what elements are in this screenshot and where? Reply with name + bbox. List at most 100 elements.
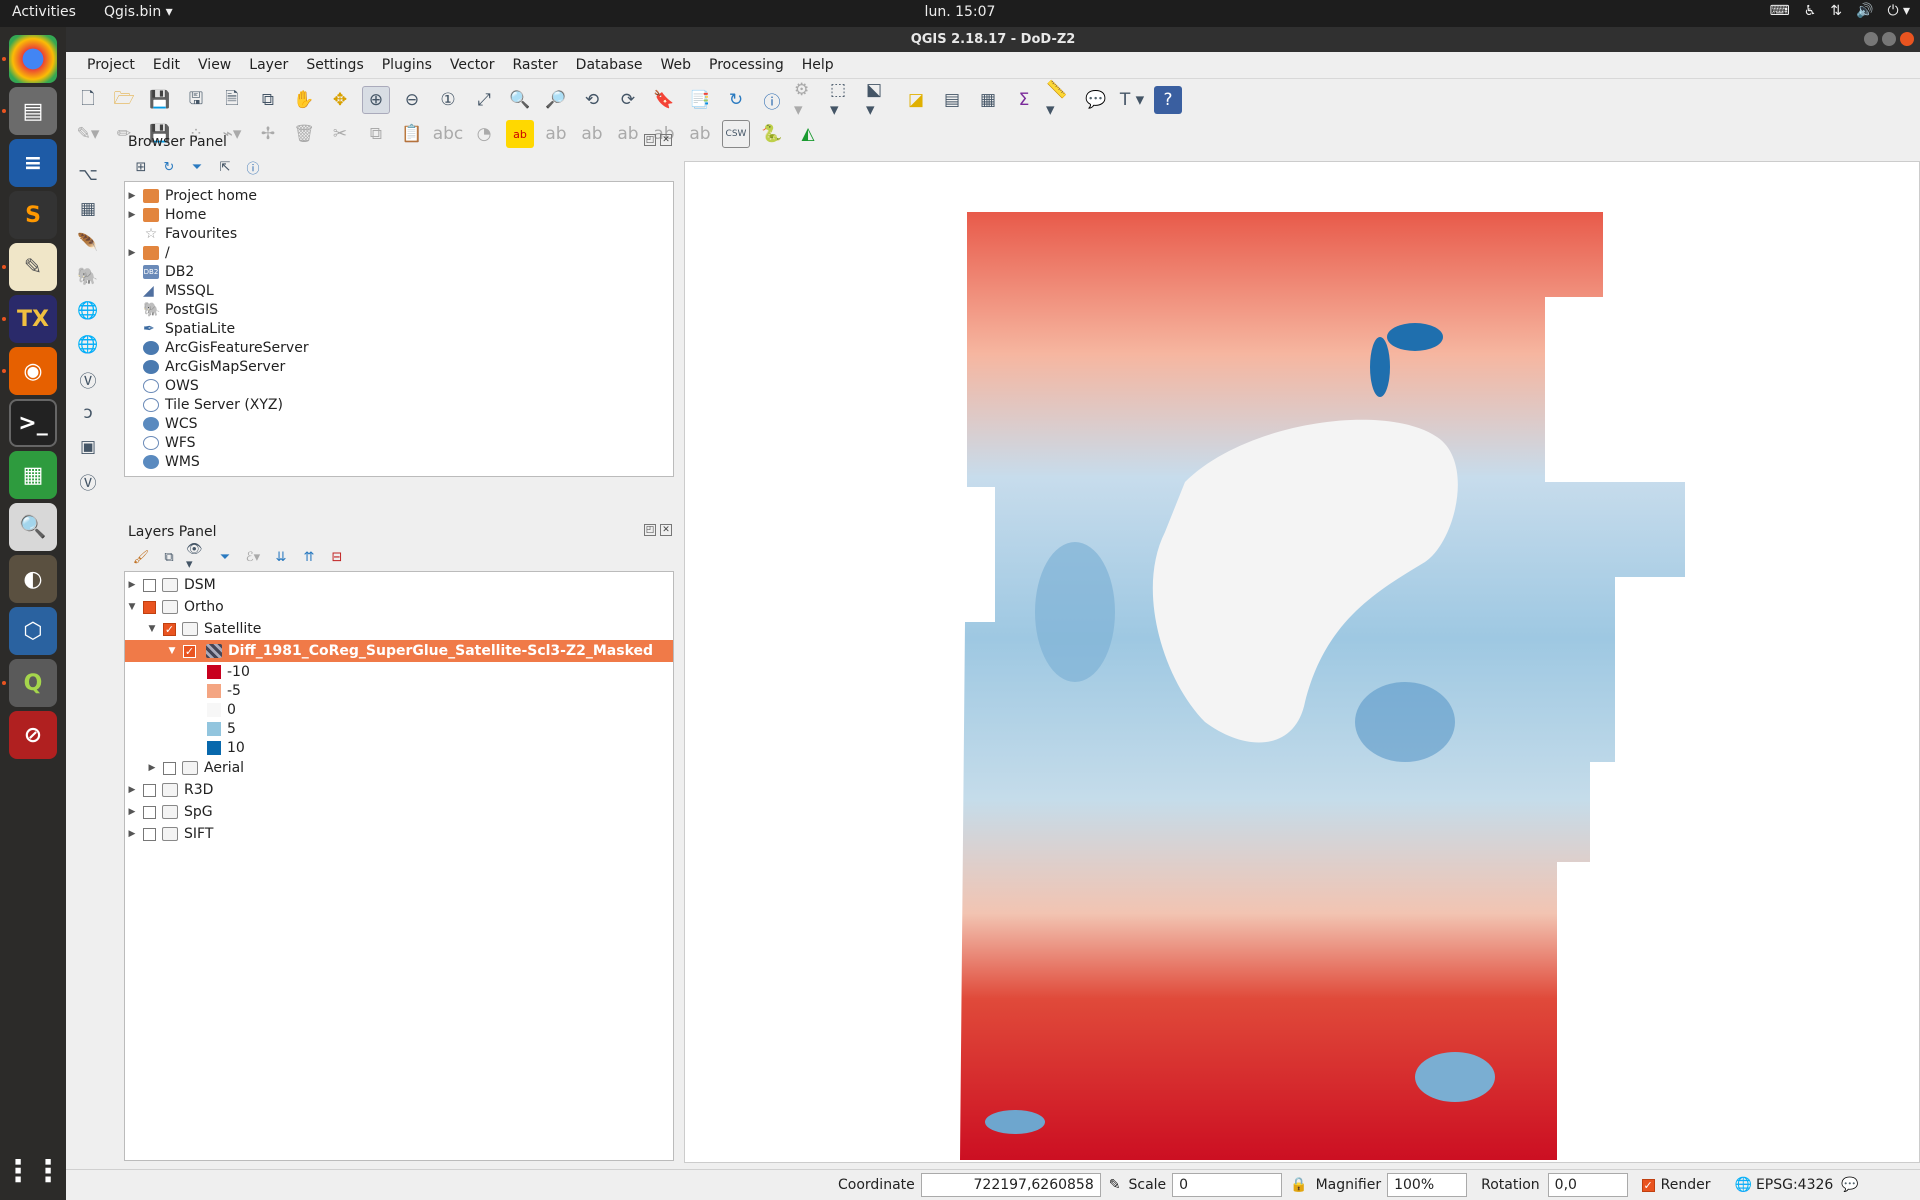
- expand-arrow-icon[interactable]: ▶: [125, 210, 139, 220]
- layer-checkbox[interactable]: ✓: [183, 644, 196, 658]
- layer-checkbox[interactable]: [143, 805, 156, 819]
- layer-group-satellite[interactable]: ▼ ✓ Satellite: [125, 618, 673, 640]
- sublime-text-icon[interactable]: S: [9, 191, 57, 239]
- show-applications-icon[interactable]: ⋮⋮: [3, 1147, 63, 1195]
- select-features-icon[interactable]: ⬚ ▾: [830, 80, 858, 120]
- filter-icon[interactable]: ⏷: [186, 156, 208, 178]
- tree-item[interactable]: WCS: [125, 414, 673, 433]
- close-button[interactable]: [1900, 32, 1914, 46]
- expand-arrow-icon[interactable]: ▶: [125, 807, 139, 817]
- tree-item[interactable]: ◢ MSSQL: [125, 281, 673, 300]
- crs-status[interactable]: EPSG:4326: [1756, 1177, 1833, 1193]
- layer-group-r3d[interactable]: ▶ R3D: [125, 779, 673, 801]
- system-tray[interactable]: ⌨ ♿ ⇅ 🔊 ⏻ ▾: [1769, 3, 1910, 19]
- layer-checkbox[interactable]: [143, 827, 156, 841]
- accessibility-icon[interactable]: ♿: [1804, 3, 1817, 19]
- python-console-icon[interactable]: 🐍: [758, 120, 786, 148]
- maximize-button[interactable]: [1882, 32, 1896, 46]
- zoom-layer-icon[interactable]: 🔎: [542, 86, 570, 114]
- expand-arrow-icon[interactable]: ▶: [145, 763, 159, 773]
- tree-item[interactable]: DB2 DB2: [125, 262, 673, 281]
- new-bookmark-icon[interactable]: 🔖: [650, 86, 678, 114]
- volume-icon[interactable]: 🔊: [1856, 3, 1873, 19]
- filter-expression-icon[interactable]: ℰ▾: [242, 546, 264, 568]
- magnifier-spinbox[interactable]: 100%: [1387, 1173, 1468, 1197]
- add-delimited-text-icon[interactable]: ↄ: [74, 399, 102, 427]
- filter-legend-icon[interactable]: ⏷: [214, 546, 236, 568]
- statistics-icon[interactable]: Σ: [1010, 86, 1038, 114]
- layer-checkbox[interactable]: [163, 761, 176, 775]
- menu-vector[interactable]: Vector: [441, 57, 504, 73]
- tree-item[interactable]: ☆ Favourites: [125, 224, 673, 243]
- layer-group-spg[interactable]: ▶ SpG: [125, 801, 673, 823]
- zoom-selection-icon[interactable]: 🔍: [506, 86, 534, 114]
- menu-view[interactable]: View: [189, 57, 240, 73]
- text-annotation-icon[interactable]: T ▾: [1118, 86, 1146, 114]
- texmaker-icon[interactable]: TX: [9, 295, 57, 343]
- refresh-icon[interactable]: ↻: [158, 156, 180, 178]
- menu-edit[interactable]: Edit: [144, 57, 189, 73]
- zoom-native-icon[interactable]: ①: [434, 86, 462, 114]
- messages-icon[interactable]: 💬: [1841, 1177, 1858, 1193]
- attribute-table-icon[interactable]: ▤: [938, 86, 966, 114]
- show-bookmarks-icon[interactable]: 📑: [686, 86, 714, 114]
- tree-item[interactable]: WMS: [125, 452, 673, 471]
- field-calculator-icon[interactable]: ▦: [974, 86, 1002, 114]
- layer-group-aerial[interactable]: ▶ Aerial: [125, 757, 673, 779]
- zoom-full-icon[interactable]: ⤢: [470, 86, 498, 114]
- change-label-icon[interactable]: ab: [686, 120, 714, 148]
- remove-layer-icon[interactable]: ⊟: [326, 546, 348, 568]
- zoom-last-icon[interactable]: ⟲: [578, 86, 606, 114]
- firefox-icon[interactable]: ◉: [9, 347, 57, 395]
- map-canvas[interactable]: [684, 161, 1920, 1163]
- add-postgis-layer-icon[interactable]: 🐘: [74, 263, 102, 291]
- expand-arrow-icon[interactable]: ▶: [125, 829, 139, 839]
- text-editor-icon[interactable]: ✎: [9, 243, 57, 291]
- chrome-icon[interactable]: [9, 35, 57, 83]
- crs-icon[interactable]: 🌐: [1735, 1177, 1752, 1193]
- help-icon[interactable]: ?: [1154, 86, 1182, 114]
- visibility-icon[interactable]: 👁▾: [186, 542, 208, 572]
- profile-tool-icon[interactable]: ◭: [794, 120, 822, 148]
- add-selected-layers-icon[interactable]: ⊞: [130, 156, 152, 178]
- tree-item[interactable]: ▶ Home: [125, 205, 673, 224]
- files-icon[interactable]: ▤: [9, 87, 57, 135]
- refresh-icon[interactable]: ↻: [722, 86, 750, 114]
- close-panel-button[interactable]: ✕: [660, 524, 672, 536]
- scale-combobox[interactable]: 0: [1172, 1173, 1283, 1197]
- power-icon[interactable]: ⏻ ▾: [1887, 3, 1910, 19]
- select-by-value-icon[interactable]: ⬕ ▾: [866, 80, 894, 120]
- app-menu[interactable]: Qgis.bin ▾: [104, 4, 173, 20]
- expand-arrow-icon[interactable]: ▶: [125, 785, 139, 795]
- add-group-icon[interactable]: ⧉: [158, 546, 180, 568]
- tree-item[interactable]: ▶ /: [125, 243, 673, 262]
- new-shapefile-icon[interactable]: ▣: [74, 433, 102, 461]
- zoom-next-icon[interactable]: ⟳: [614, 86, 642, 114]
- writer-icon[interactable]: ≡: [9, 139, 57, 187]
- float-panel-button[interactable]: ◰: [644, 524, 656, 536]
- menu-settings[interactable]: Settings: [297, 57, 372, 73]
- save-project-icon[interactable]: 💾: [146, 86, 174, 114]
- render-checkbox[interactable]: ✓: [1641, 1178, 1655, 1192]
- add-wms-layer-icon[interactable]: 🌐: [74, 297, 102, 325]
- csw-icon[interactable]: CSW: [722, 120, 750, 148]
- deselect-icon[interactable]: ◪: [902, 86, 930, 114]
- properties-icon[interactable]: ⓘ: [242, 156, 264, 178]
- collapse-arrow-icon[interactable]: ▼: [125, 602, 139, 612]
- terminal-icon[interactable]: >_: [9, 399, 57, 447]
- map-tips-icon[interactable]: 💬: [1082, 86, 1110, 114]
- tree-item[interactable]: ✒ SpatiaLite: [125, 319, 673, 338]
- tree-item[interactable]: WFS: [125, 433, 673, 452]
- layer-group-ortho[interactable]: ▼ Ortho: [125, 596, 673, 618]
- calc-icon[interactable]: ▦: [9, 451, 57, 499]
- add-raster-layer-icon[interactable]: ▦: [74, 195, 102, 223]
- action-icon[interactable]: ⚙ ▾: [794, 80, 822, 120]
- layer-checkbox[interactable]: [143, 578, 156, 592]
- menu-plugins[interactable]: Plugins: [373, 57, 441, 73]
- virtualbox-icon[interactable]: ⬡: [9, 607, 57, 655]
- pan-to-selection-icon[interactable]: ✥: [326, 86, 354, 114]
- add-vector-layer-icon[interactable]: ⌥: [74, 161, 102, 189]
- minimize-button[interactable]: [1864, 32, 1878, 46]
- tree-item[interactable]: ArcGisMapServer: [125, 357, 673, 376]
- lock-scale-icon[interactable]: 🔒: [1290, 1177, 1307, 1193]
